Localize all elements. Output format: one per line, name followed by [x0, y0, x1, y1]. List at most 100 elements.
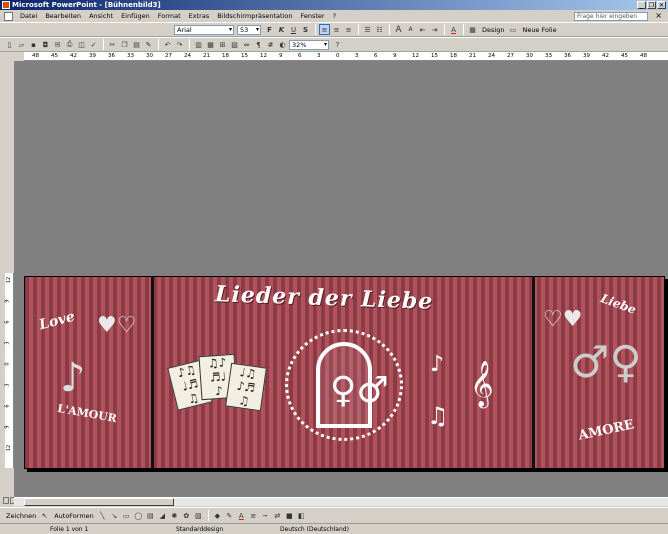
show-grid-icon[interactable]: #: [265, 39, 276, 50]
3d-style-icon[interactable]: ◧: [296, 510, 307, 521]
align-center-icon[interactable]: ≡: [331, 24, 342, 35]
hearts-right-icon[interactable]: ♡♥: [543, 307, 582, 332]
arrow-icon[interactable]: ↘: [109, 510, 120, 521]
restore-button[interactable]: ❐: [647, 1, 656, 9]
select-pointer-icon[interactable]: ↖: [39, 510, 50, 521]
menu-bearbeiten[interactable]: Bearbeiten: [41, 10, 85, 22]
numbering-icon[interactable]: ☰: [362, 24, 373, 35]
arrow-style-icon[interactable]: ⇄: [272, 510, 283, 521]
align-right-icon[interactable]: ≡: [343, 24, 354, 35]
oval-icon[interactable]: ◯: [133, 510, 144, 521]
dancing-couple-icon[interactable]: ♂♀: [570, 337, 642, 388]
fill-color-icon[interactable]: ◆: [212, 510, 223, 521]
music-notes-icon[interactable]: ♫: [427, 402, 449, 430]
email-icon[interactable]: ✉: [52, 39, 63, 50]
shadow-button[interactable]: S: [300, 24, 311, 35]
design-button[interactable]: Design: [482, 26, 504, 34]
spelling-icon[interactable]: ✓: [88, 39, 99, 50]
format-painter-icon[interactable]: ✎: [143, 39, 154, 50]
underline-button[interactable]: U: [288, 24, 299, 35]
amore-text[interactable]: AMORE: [577, 417, 635, 443]
paste-icon[interactable]: ▤: [131, 39, 142, 50]
autoshapes-button[interactable]: AutoFormen: [54, 512, 94, 520]
ruler-tick: 33: [127, 53, 134, 59]
show-formatting-icon[interactable]: ¶: [253, 39, 264, 50]
diagram-icon[interactable]: ✺: [169, 510, 180, 521]
font-name-select[interactable]: Arial: [174, 24, 234, 35]
increase-indent-icon[interactable]: ⇥: [429, 24, 440, 35]
menu-datei[interactable]: Datei: [16, 10, 41, 22]
insert-chart-icon[interactable]: ▥: [193, 39, 204, 50]
draw-font-color-icon[interactable]: A: [236, 510, 247, 521]
dash-style-icon[interactable]: ┅: [260, 510, 271, 521]
menu-fenster[interactable]: Fenster: [296, 10, 328, 22]
wedding-arch-icon[interactable]: ♀♂: [285, 329, 403, 441]
rectangle-icon[interactable]: ▭: [121, 510, 132, 521]
horizontal-scrollbar[interactable]: [14, 497, 668, 506]
insert-picture-icon[interactable]: ▨: [229, 39, 240, 50]
menu-bildschirmpraesentation[interactable]: Bildschirmpräsentation: [213, 10, 296, 22]
increase-font-icon[interactable]: A: [393, 24, 404, 35]
new-file-icon[interactable]: ▯: [4, 39, 15, 50]
clipart-icon[interactable]: ✿: [181, 510, 192, 521]
undo-icon[interactable]: ↶: [162, 39, 173, 50]
permission-icon[interactable]: ◘: [40, 39, 51, 50]
new-slide-button[interactable]: Neue Folie: [522, 26, 556, 34]
bold-button[interactable]: F: [264, 24, 275, 35]
menu-format[interactable]: Format: [154, 10, 185, 22]
ruler-tick: 36: [108, 53, 115, 59]
draw-menu-button[interactable]: Zeichnen: [6, 512, 36, 520]
print-preview-icon[interactable]: ◫: [76, 39, 87, 50]
menu-ansicht[interactable]: Ansicht: [85, 10, 117, 22]
love-text[interactable]: Love: [38, 309, 77, 334]
document-icon[interactable]: [4, 11, 13, 21]
new-slide-icon[interactable]: ▭: [507, 24, 518, 35]
tables-borders-icon[interactable]: ⊞: [217, 39, 228, 50]
redo-icon[interactable]: ↷: [174, 39, 185, 50]
menu-einfuegen[interactable]: Einfügen: [117, 10, 154, 22]
zoom-select[interactable]: 32%: [289, 39, 329, 50]
italic-button[interactable]: K: [276, 24, 287, 35]
help-search-input[interactable]: Frage hier eingeben: [574, 12, 648, 21]
save-icon[interactable]: ▪: [28, 39, 39, 50]
bullets-icon[interactable]: ☷: [374, 24, 385, 35]
music-note-icon[interactable]: ♪: [430, 352, 444, 377]
liebe-text[interactable]: Liebe: [599, 291, 638, 317]
font-size-select[interactable]: 53: [237, 24, 261, 35]
menu-help[interactable]: ?: [329, 10, 340, 22]
slide-canvas[interactable]: Lieder der Liebe Love L'AMOUR Liebe AMOR…: [24, 276, 665, 469]
scrollbar-thumb[interactable]: [24, 498, 174, 506]
line-style-icon[interactable]: ≡: [248, 510, 259, 521]
normal-view-button[interactable]: [3, 497, 9, 504]
powerpoint-app-icon[interactable]: [2, 1, 10, 9]
sheet-music-icon[interactable]: ♪♫ ♩♬ ♫ ♫♪ ♬♩ ♪ ♩♫ ♪♬ ♫: [167, 353, 267, 417]
saxophone-icon[interactable]: ♪: [60, 355, 86, 401]
treble-clef-icon[interactable]: 𝄞: [470, 361, 494, 407]
picture-icon[interactable]: ▨: [193, 510, 204, 521]
copy-icon[interactable]: ❐: [119, 39, 130, 50]
open-folder-icon[interactable]: ▱: [16, 39, 27, 50]
help-icon[interactable]: ?: [332, 39, 343, 50]
shadow-style-icon[interactable]: ■: [284, 510, 295, 521]
textbox-icon[interactable]: ▤: [145, 510, 156, 521]
insert-table-icon[interactable]: ▦: [205, 39, 216, 50]
line-icon[interactable]: ╲: [97, 510, 108, 521]
minimize-button[interactable]: _: [637, 1, 646, 9]
align-left-icon[interactable]: ≡: [319, 24, 330, 35]
cut-icon[interactable]: ✂: [107, 39, 118, 50]
line-color-icon[interactable]: ✎: [224, 510, 235, 521]
expand-icon[interactable]: ⇔: [241, 39, 252, 50]
design-icon[interactable]: ▦: [467, 24, 478, 35]
grayscale-icon[interactable]: ◐: [277, 39, 288, 50]
document-close-icon[interactable]: ×: [655, 11, 662, 20]
wordart-icon[interactable]: ◢: [157, 510, 168, 521]
decrease-indent-icon[interactable]: ⇤: [417, 24, 428, 35]
menu-extras[interactable]: Extras: [185, 10, 214, 22]
decrease-font-icon[interactable]: A: [405, 24, 416, 35]
hearts-left-icon[interactable]: ♥♡: [97, 313, 136, 338]
print-icon[interactable]: ⎙: [64, 39, 75, 50]
lamour-text[interactable]: L'AMOUR: [56, 402, 117, 425]
font-color-icon[interactable]: A: [448, 24, 459, 35]
close-button[interactable]: ✕: [657, 1, 666, 9]
slide-title[interactable]: Lieder der Liebe: [215, 281, 434, 315]
